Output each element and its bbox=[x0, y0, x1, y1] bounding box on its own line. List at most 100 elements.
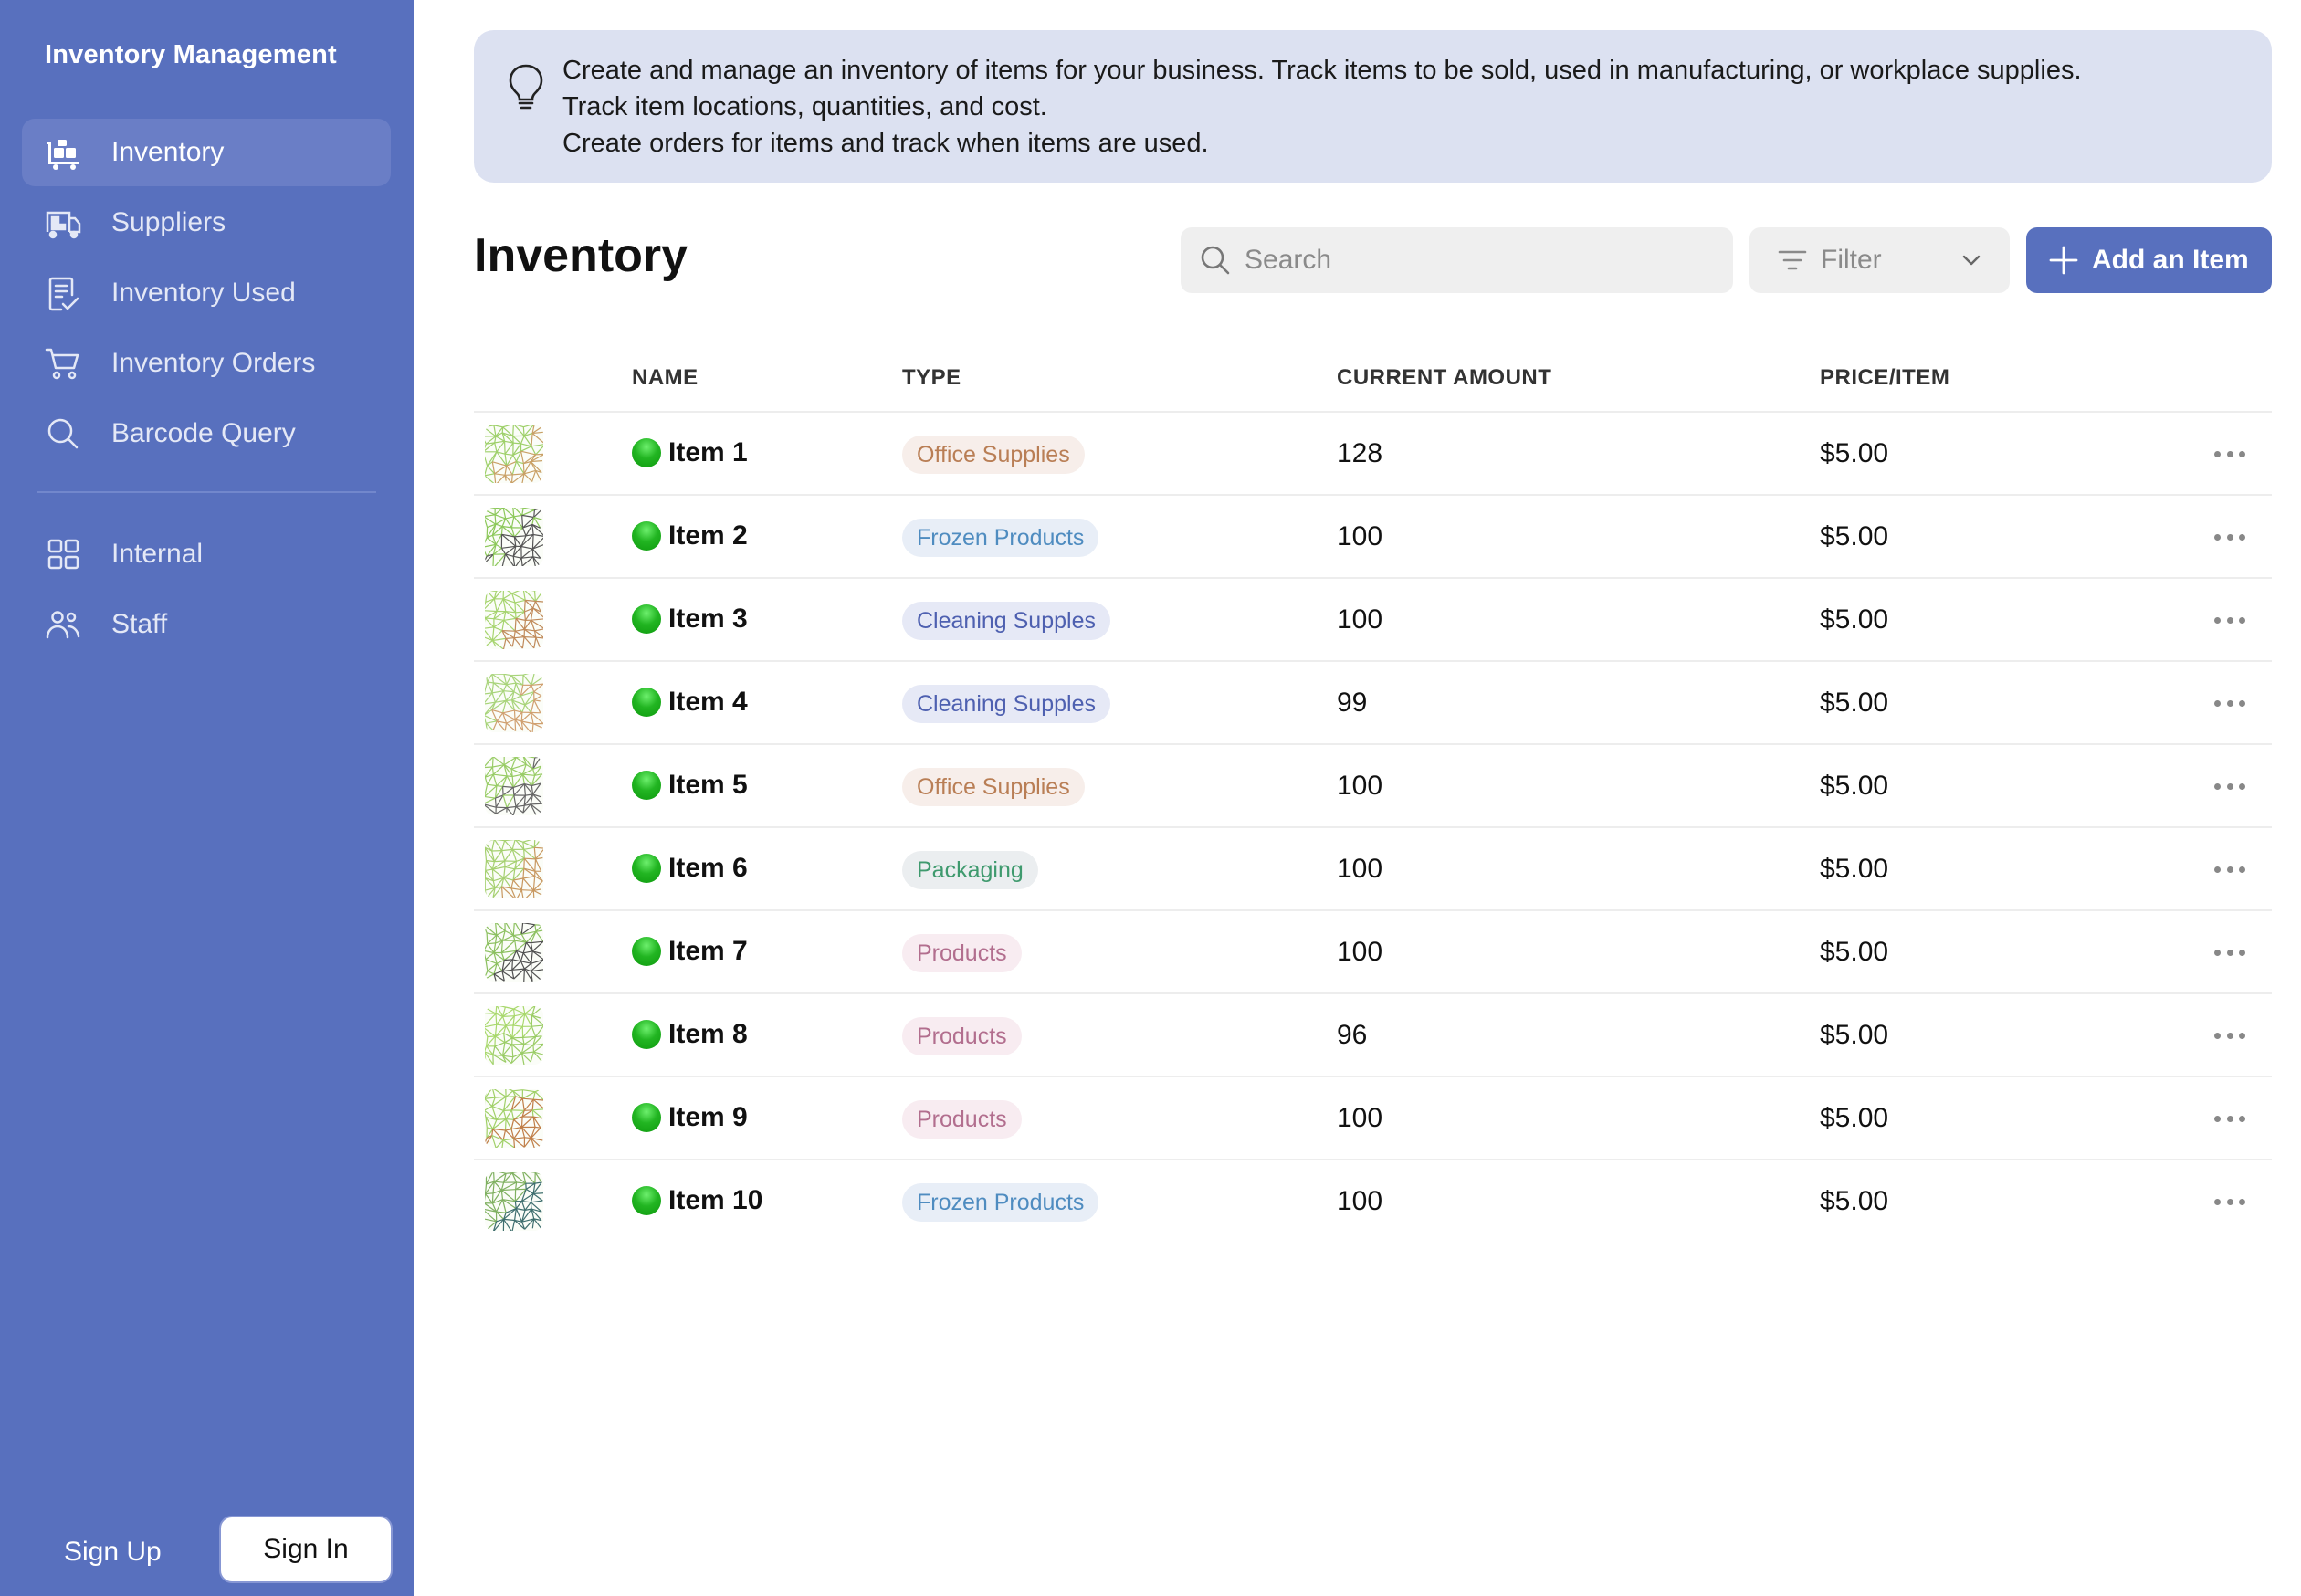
dot bbox=[2214, 450, 2221, 457]
search-icon bbox=[1201, 246, 1230, 275]
sidebar-item-inventory-orders[interactable]: Inventory Orders bbox=[22, 330, 391, 397]
add-item-button[interactable]: Add an Item bbox=[2026, 227, 2272, 293]
sidebar-nav: Inventory Suppliers Inventory Used Inven… bbox=[22, 119, 391, 661]
sidebar-item-label: Barcode Query bbox=[111, 418, 296, 448]
table-row[interactable]: Item 9 Products 100 $5.00 bbox=[474, 1077, 2272, 1160]
banner-line: Create orders for items and track when i… bbox=[562, 129, 1209, 158]
item-name-cell[interactable]: Item 4 bbox=[632, 687, 748, 718]
current-amount: 128 bbox=[1337, 438, 1383, 468]
item-name-cell[interactable]: Item 3 bbox=[632, 604, 748, 635]
column-header-current-amount[interactable]: CURRENT AMOUNT bbox=[1337, 365, 1551, 391]
dot bbox=[2239, 1032, 2245, 1039]
banner-text: Create and manage an inventory of items … bbox=[562, 52, 2082, 162]
more-options-icon[interactable] bbox=[2214, 606, 2245, 634]
item-name-cell[interactable]: Item 5 bbox=[632, 770, 748, 801]
dot bbox=[2214, 1198, 2221, 1205]
item-name-cell[interactable]: Item 2 bbox=[632, 520, 748, 551]
item-thumbnail bbox=[485, 1172, 543, 1231]
status-dot-icon bbox=[632, 604, 661, 634]
item-thumbnail bbox=[485, 508, 543, 566]
sidebar-item-suppliers[interactable]: Suppliers bbox=[22, 189, 391, 257]
item-name-cell[interactable]: Item 7 bbox=[632, 936, 748, 967]
table-row[interactable]: Item 6 Packaging 100 $5.00 bbox=[474, 828, 2272, 911]
column-header-name[interactable]: NAME bbox=[632, 365, 699, 391]
dot bbox=[2226, 782, 2233, 790]
status-dot-icon bbox=[632, 521, 661, 551]
dot bbox=[2214, 949, 2221, 956]
truck-icon bbox=[45, 205, 81, 241]
table-row[interactable]: Item 7 Products 100 $5.00 bbox=[474, 911, 2272, 994]
more-options-icon[interactable] bbox=[2214, 1105, 2245, 1132]
item-name-cell[interactable]: Item 8 bbox=[632, 1019, 748, 1050]
price-per-item: $5.00 bbox=[1820, 771, 1889, 801]
sidebar-item-inventory[interactable]: Inventory bbox=[22, 119, 391, 186]
dot bbox=[2214, 866, 2221, 873]
item-name: Item 2 bbox=[668, 520, 748, 551]
table-row[interactable]: Item 5 Office Supplies 100 $5.00 bbox=[474, 745, 2272, 828]
search-box[interactable] bbox=[1181, 227, 1733, 293]
grid-icon bbox=[45, 536, 81, 572]
sidebar-item-inventory-used[interactable]: Inventory Used bbox=[22, 259, 391, 327]
sidebar-item-staff[interactable]: Staff bbox=[22, 591, 391, 658]
item-name: Item 4 bbox=[668, 687, 748, 717]
sidebar-item-internal[interactable]: Internal bbox=[22, 520, 391, 588]
more-options-icon[interactable] bbox=[2214, 440, 2245, 467]
item-name: Item 3 bbox=[668, 604, 748, 634]
table-row[interactable]: Item 4 Cleaning Supples 99 $5.00 bbox=[474, 662, 2272, 745]
search-input[interactable] bbox=[1245, 245, 1701, 276]
inventory-table: NAME TYPE CURRENT AMOUNT PRICE/ITEM Item… bbox=[474, 349, 2272, 1244]
table-row[interactable]: Item 2 Frozen Products 100 $5.00 bbox=[474, 496, 2272, 579]
dot bbox=[2214, 699, 2221, 707]
more-options-icon[interactable] bbox=[2214, 689, 2245, 717]
filter-label: Filter bbox=[1821, 245, 1882, 275]
item-name: Item 5 bbox=[668, 770, 748, 800]
item-name-cell[interactable]: Item 10 bbox=[632, 1185, 762, 1216]
dot bbox=[2226, 616, 2233, 624]
item-name-cell[interactable]: Item 1 bbox=[632, 437, 748, 468]
search-icon bbox=[45, 415, 81, 452]
sign-in-button[interactable]: Sign In bbox=[219, 1516, 393, 1583]
item-thumbnail bbox=[485, 674, 543, 732]
price-per-item: $5.00 bbox=[1820, 604, 1889, 635]
filter-dropdown[interactable]: Filter bbox=[1749, 227, 2010, 293]
type-badge: Frozen Products bbox=[902, 1183, 1099, 1222]
column-header-price[interactable]: PRICE/ITEM bbox=[1820, 365, 1949, 391]
cart-boxes-icon bbox=[45, 134, 81, 171]
table-row[interactable]: Item 3 Cleaning Supples 100 $5.00 bbox=[474, 579, 2272, 662]
item-thumbnail bbox=[485, 591, 543, 649]
sidebar-item-label: Inventory Used bbox=[111, 278, 296, 308]
current-amount: 100 bbox=[1337, 771, 1383, 801]
more-options-icon[interactable] bbox=[2214, 856, 2245, 883]
current-amount: 100 bbox=[1337, 1103, 1383, 1133]
table-row[interactable]: Item 1 Office Supplies 128 $5.00 bbox=[474, 413, 2272, 496]
sidebar-item-barcode-query[interactable]: Barcode Query bbox=[22, 400, 391, 467]
table-row[interactable]: Item 10 Frozen Products 100 $5.00 bbox=[474, 1160, 2272, 1244]
dot bbox=[2226, 699, 2233, 707]
shopping-cart-icon bbox=[45, 345, 81, 382]
more-options-icon[interactable] bbox=[2214, 939, 2245, 966]
lightbulb-icon bbox=[509, 64, 543, 110]
status-dot-icon bbox=[632, 1186, 661, 1215]
table-row[interactable]: Item 8 Products 96 $5.00 bbox=[474, 994, 2272, 1077]
dot bbox=[2226, 1198, 2233, 1205]
add-item-label: Add an Item bbox=[2092, 245, 2249, 275]
status-dot-icon bbox=[632, 854, 661, 883]
more-options-icon[interactable] bbox=[2214, 1188, 2245, 1215]
type-badge: Products bbox=[902, 1017, 1022, 1055]
column-header-type[interactable]: TYPE bbox=[902, 365, 961, 391]
dot bbox=[2239, 616, 2245, 624]
item-name-cell[interactable]: Item 9 bbox=[632, 1102, 748, 1133]
auth-area: Sign Up Sign In bbox=[0, 1514, 414, 1596]
item-name-cell[interactable]: Item 6 bbox=[632, 853, 748, 884]
status-dot-icon bbox=[632, 1020, 661, 1049]
dot bbox=[2239, 450, 2245, 457]
more-options-icon[interactable] bbox=[2214, 1022, 2245, 1049]
item-name: Item 10 bbox=[668, 1185, 763, 1215]
sign-up-button[interactable]: Sign Up bbox=[64, 1525, 162, 1580]
more-options-icon[interactable] bbox=[2214, 772, 2245, 800]
price-per-item: $5.00 bbox=[1820, 688, 1889, 718]
type-badge: Cleaning Supples bbox=[902, 685, 1110, 723]
status-dot-icon bbox=[632, 771, 661, 800]
more-options-icon[interactable] bbox=[2214, 523, 2245, 551]
info-banner: Create and manage an inventory of items … bbox=[474, 30, 2272, 183]
